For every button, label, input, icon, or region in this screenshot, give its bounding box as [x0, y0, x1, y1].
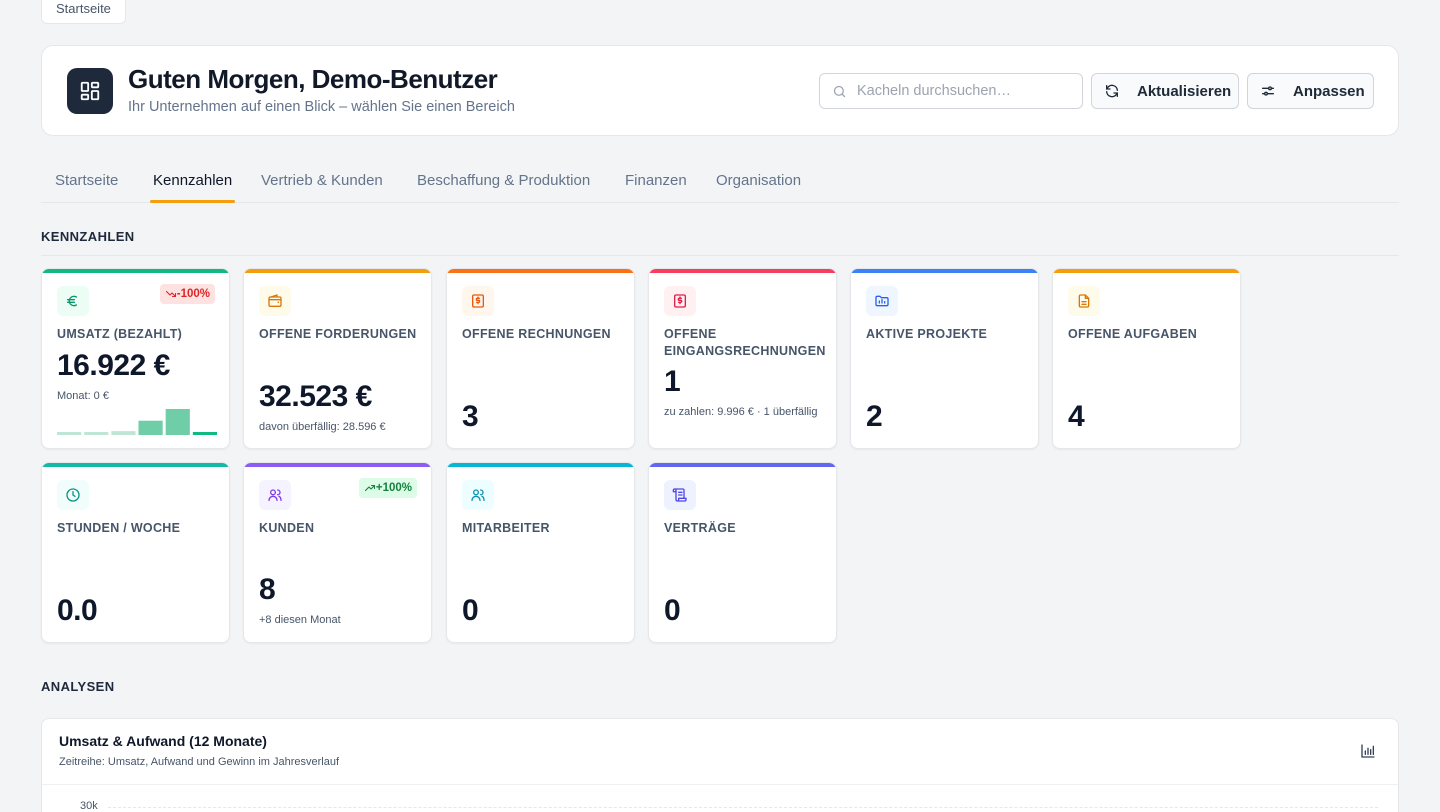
trend-value: -100%	[176, 288, 210, 300]
kpi-card-umsatz[interactable]: -100% UMSATZ (BEZAHLT) 16.922 € Monat: 0…	[41, 268, 230, 449]
trend-badge: -100%	[159, 284, 215, 304]
card-subtext: davon überfällig: 28.596 €	[259, 421, 386, 433]
analysis-panel-umsatz-aufwand: Umsatz & Aufwand (12 Monate) Zeitreihe: …	[41, 718, 1399, 812]
section-title-analysen: ANALYSEN	[41, 679, 115, 694]
receipt-icon	[664, 286, 696, 316]
card-accent-bar	[447, 463, 634, 467]
kpi-card-offene-eingangsrechnungen[interactable]: OFFENE EINGANGSRECHNUNGEN 1 zu zahlen: 9…	[648, 268, 837, 449]
card-label: UMSATZ (BEZAHLT)	[57, 327, 183, 341]
card-label: KUNDEN	[259, 521, 315, 535]
clock-icon	[57, 480, 89, 510]
section-tabs: Startseite Kennzahlen Vertrieb & Kunden …	[41, 163, 1399, 203]
customize-label: Anpassen	[1293, 82, 1365, 100]
sparkline-bar	[111, 431, 136, 435]
active-tab-indicator	[150, 200, 235, 203]
sliders-icon	[1262, 86, 1274, 96]
card-value: 4	[1068, 400, 1085, 433]
search-input[interactable]	[857, 83, 1067, 99]
card-accent-bar	[1053, 269, 1240, 273]
panel-divider	[42, 784, 1398, 785]
dashboard-header: Guten Morgen, Demo-Benutzer Ihr Unterneh…	[41, 45, 1399, 136]
page-title: Guten Morgen, Demo-Benutzer	[128, 64, 498, 94]
dashboard-logo-icon	[67, 68, 113, 114]
section-title-kennzahlen: KENNZAHLEN	[41, 229, 135, 244]
card-subtext: +8 diesen Monat	[259, 614, 341, 626]
card-accent-bar	[447, 269, 634, 273]
card-subtext: zu zahlen: 9.996 € · 1 überfällig	[664, 406, 818, 418]
tab-startseite[interactable]: Startseite	[55, 172, 118, 189]
card-label: VERTRÄGE	[664, 521, 736, 535]
folder-chart-icon	[866, 286, 898, 316]
sparkline-bar	[57, 432, 82, 435]
tab-finanzen[interactable]: Finanzen	[625, 172, 687, 189]
customize-button[interactable]: Anpassen	[1247, 73, 1374, 109]
card-value: 8	[259, 573, 276, 606]
panel-title: Umsatz & Aufwand (12 Monate)	[59, 733, 267, 749]
kpi-card-mitarbeiter[interactable]: MITARBEITER 0	[446, 462, 635, 643]
kpi-card-offene-forderungen[interactable]: OFFENE FORDERUNGEN 32.523 € davon überfä…	[243, 268, 432, 449]
tab-kennzahlen[interactable]: Kennzahlen	[153, 172, 232, 189]
card-value: 2	[866, 400, 883, 433]
wallet-icon	[259, 286, 291, 316]
team-icon	[462, 480, 494, 510]
tile-search[interactable]	[819, 73, 1083, 109]
card-accent-bar	[649, 463, 836, 467]
y-axis-tick: 30k	[80, 800, 98, 812]
card-label: OFFENE RECHNUNGEN	[462, 327, 611, 341]
kpi-card-aktive-projekte[interactable]: AKTIVE PROJEKTE 2	[850, 268, 1039, 449]
section-divider	[41, 255, 1399, 256]
invoice-icon	[462, 286, 494, 316]
trend-up-icon	[364, 484, 375, 492]
panel-subtitle: Zeitreihe: Umsatz, Aufwand und Gewinn im…	[59, 756, 340, 768]
card-accent-bar	[851, 269, 1038, 273]
card-accent-bar	[42, 269, 229, 273]
card-value: 3	[462, 400, 479, 433]
refresh-label: Aktualisieren	[1137, 82, 1232, 100]
trend-value: +100%	[375, 482, 412, 494]
card-value: 0	[462, 594, 479, 627]
card-label: MITARBEITER	[462, 521, 550, 535]
bar-chart-icon[interactable]	[1360, 743, 1376, 764]
chart-gridline	[108, 807, 1378, 808]
card-accent-bar	[649, 269, 836, 273]
card-label: AKTIVE PROJEKTE	[866, 327, 988, 341]
search-icon	[833, 85, 846, 97]
card-label: OFFENE FORDERUNGEN	[259, 327, 417, 341]
sparkline-bar	[192, 432, 217, 435]
tab-beschaffung-produktion[interactable]: Beschaffung & Produktion	[417, 172, 590, 189]
kpi-card-offene-aufgaben[interactable]: OFFENE AUFGABEN 4	[1052, 268, 1241, 449]
document-icon	[1068, 286, 1100, 316]
card-subtext: Monat: 0 €	[57, 390, 109, 402]
card-accent-bar	[42, 463, 229, 467]
users-icon	[259, 480, 291, 510]
kpi-card-vertraege[interactable]: VERTRÄGE 0	[648, 462, 837, 643]
card-value: 0.0	[57, 594, 98, 627]
trend-down-icon	[165, 290, 176, 298]
tab-vertrieb-kunden[interactable]: Vertrieb & Kunden	[261, 172, 383, 189]
card-accent-bar	[244, 463, 431, 467]
refresh-button[interactable]: Aktualisieren	[1091, 73, 1239, 109]
umsatz-sparkline	[57, 409, 217, 435]
breadcrumb[interactable]: Startseite	[41, 0, 126, 24]
card-accent-bar	[244, 269, 431, 273]
kpi-card-stunden-woche[interactable]: STUNDEN / WOCHE 0.0	[41, 462, 230, 643]
card-value: 16.922 €	[57, 349, 170, 382]
refresh-icon	[1106, 84, 1118, 98]
sparkline-bar	[84, 432, 109, 435]
card-label: OFFENE AUFGABEN	[1068, 327, 1198, 341]
page-subtitle: Ihr Unternehmen auf einen Blick – wählen…	[128, 99, 515, 115]
card-label: STUNDEN / WOCHE	[57, 521, 181, 535]
sparkline-bar	[165, 409, 190, 435]
card-value: 0	[664, 594, 681, 627]
kpi-card-offene-rechnungen[interactable]: OFFENE RECHNUNGEN 3	[446, 268, 635, 449]
tab-organisation[interactable]: Organisation	[716, 172, 801, 189]
card-value: 1	[664, 365, 681, 398]
sparkline-bar	[138, 420, 163, 435]
card-value: 32.523 €	[259, 380, 372, 413]
kpi-card-kunden[interactable]: +100% KUNDEN 8 +8 diesen Monat	[243, 462, 432, 643]
card-label: OFFENE EINGANGSRECHNUNGEN	[664, 327, 826, 358]
euro-icon	[57, 286, 89, 316]
scroll-icon	[664, 480, 696, 510]
trend-badge: +100%	[358, 478, 417, 498]
